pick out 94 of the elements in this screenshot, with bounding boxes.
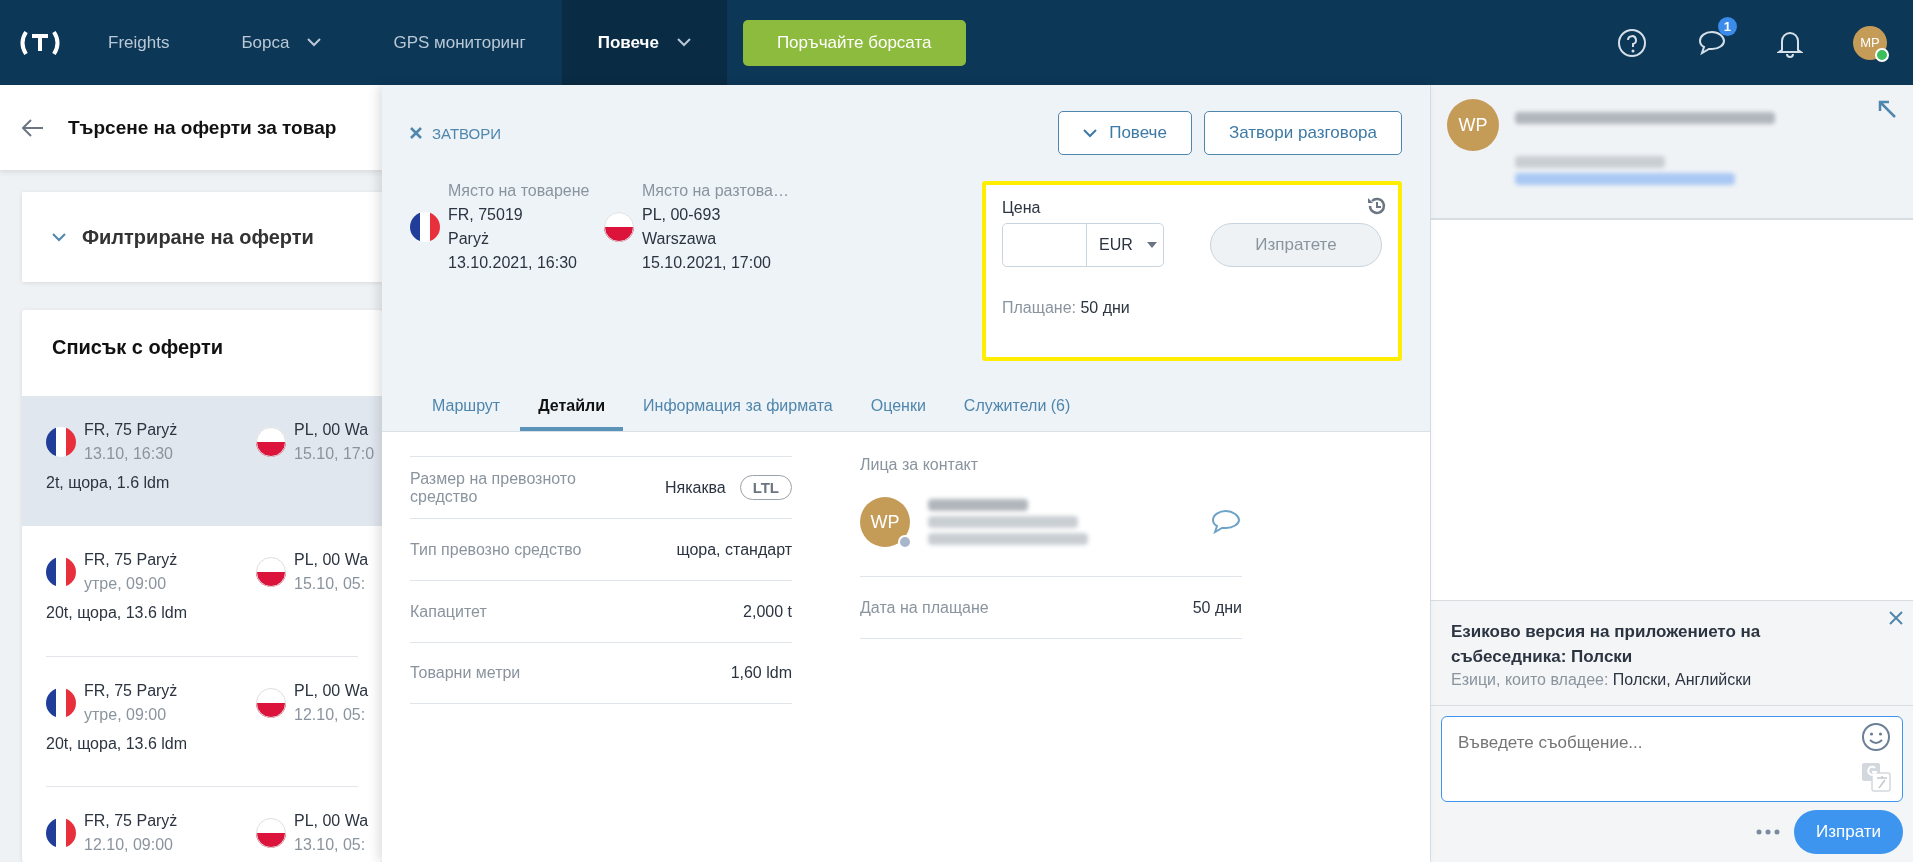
- nav-tab[interactable]: Freights: [72, 0, 206, 85]
- list-title: Списък с оферти: [51, 335, 225, 360]
- destination-text: PL, 00 Wa: [294, 420, 370, 440]
- language-notice: Езиково версия на приложението на събеседника: Полски: [1451, 621, 1762, 668]
- origin-text: FR, 75 Paryż: [84, 420, 178, 440]
- more-button[interactable]: Повече: [1058, 111, 1192, 155]
- message-field[interactable]: Въведете съобщение...: [1441, 716, 1903, 802]
- french-flag-icon: [46, 688, 76, 718]
- close-icon[interactable]: [1889, 611, 1903, 625]
- detail-value: Някаква: [664, 478, 726, 497]
- detail-value: 1,60 ldm: [730, 664, 792, 682]
- destination-text: PL, 00 Wa: [294, 681, 369, 701]
- polish-flag-icon: [256, 557, 286, 587]
- cargo-summary: 20t, щора, 13.6 ldm: [46, 604, 188, 621]
- destination-date: 15.10, 17:0: [294, 444, 375, 464]
- french-flag-icon: [410, 212, 440, 242]
- destination-text: PL, 00 Wa: [294, 811, 369, 831]
- notification-badge: 1: [1717, 16, 1737, 36]
- cargo-summary: 20t, щора, 13.6 ldm: [46, 735, 188, 752]
- place-label: Място на товарене: [448, 181, 590, 201]
- place-detail: 13.10.2021, 16:30: [448, 253, 578, 273]
- french-flag-icon: [46, 427, 76, 457]
- contact-avatar: WP: [1447, 99, 1499, 151]
- contact-avatar: WP: [860, 497, 910, 547]
- chat-bubble-icon[interactable]: [1210, 508, 1242, 536]
- nav-tab[interactable]: Повече: [561, 0, 727, 85]
- place-detail: PL, 00-693: [642, 205, 722, 225]
- origin-text: FR, 75 Paryż: [84, 811, 178, 831]
- french-flag-icon: [46, 557, 76, 587]
- polish-flag-icon: [256, 688, 286, 718]
- more-options-icon[interactable]: [1755, 829, 1780, 835]
- origin-text: FR, 75 Paryż: [84, 550, 178, 570]
- chevron-down-icon: [676, 38, 691, 47]
- origin-date: утре, 09:00: [84, 705, 168, 725]
- destination-date: 12.10, 05:: [294, 705, 367, 725]
- history-icon[interactable]: [1366, 195, 1388, 217]
- origin-date: утре, 09:00: [84, 574, 168, 594]
- detail-value: 2,000 t: [743, 602, 792, 621]
- destination-date: 15.10, 05:: [294, 574, 367, 594]
- expand-arrow-icon[interactable]: [1877, 99, 1897, 119]
- cargo-summary: 2t, щора, 1.6 ldm: [46, 474, 170, 491]
- offer-row[interactable]: FR, 75 Paryż 12.10, 09:00 PL, 00 Wa 13.10, 05:: [22, 786, 382, 862]
- payment-label: Плащане:: [1002, 299, 1076, 316]
- polish-flag-icon: [604, 212, 634, 242]
- online-status-dot: [1875, 47, 1889, 62]
- place-detail: Warszawa: [642, 229, 718, 249]
- detail-label: Размер на превозното средство: [410, 469, 577, 506]
- place-detail: 15.10.2021, 17:00: [642, 253, 772, 273]
- detail-label: Товарни метри: [410, 664, 521, 682]
- offer-row[interactable]: FR, 75 Paryż утре, 09:00 PL, 00 Wa 12.10, 05: 20t, щора, 13.6 ldm: [22, 656, 382, 786]
- offer-row[interactable]: FR, 75 Paryż утре, 09:00 PL, 00 Wa 15.10, 05: 20t, щора, 13.6 ldm: [22, 526, 382, 656]
- destination-text: PL, 00 Wa: [294, 550, 369, 570]
- origin-date: 13.10, 16:30: [84, 444, 174, 464]
- status-dot: [898, 535, 912, 549]
- detail-label: Тип превозно средство: [410, 540, 582, 559]
- back-arrow-icon[interactable]: [22, 118, 44, 137]
- detail-tab[interactable]: Служители (6): [945, 383, 1089, 431]
- place-label: Място на разтова…: [642, 181, 789, 201]
- page-title: Търсене на оферти за товар: [68, 116, 337, 139]
- contacts-title: Лица за контакт: [860, 456, 979, 473]
- detail-label: Дата на плащане: [860, 598, 989, 617]
- place-detail: Paryż: [448, 229, 490, 249]
- languages-label: Езици, които владее:: [1451, 671, 1609, 688]
- chevron-down-icon: [307, 38, 322, 47]
- detail-label: Капацитет: [410, 602, 487, 621]
- languages-value: Полски, Английски: [1612, 671, 1752, 688]
- dropdown-caret-icon: [1146, 242, 1157, 248]
- detail-value: 50 дни: [1192, 598, 1242, 617]
- nav-tab[interactable]: GPS мониторинг: [357, 0, 562, 85]
- detail-tab[interactable]: Информация за фирмата: [625, 383, 851, 431]
- close-icon: [410, 127, 422, 139]
- price-field[interactable]: EUR: [1002, 223, 1164, 267]
- detail-value: щора, стандарт: [676, 540, 792, 559]
- destination-date: 13.10, 05:: [294, 835, 367, 855]
- place-detail: FR, 75019: [448, 205, 524, 225]
- price-label: Цена: [1002, 199, 1041, 216]
- origin-text: FR, 75 Paryż: [84, 681, 178, 701]
- filter-toggle[interactable]: Филтриране на оферти: [22, 192, 382, 282]
- logo-icon[interactable]: [18, 28, 62, 57]
- polish-flag-icon: [256, 818, 286, 848]
- chevron-down-icon: [52, 232, 66, 242]
- emoji-icon[interactable]: [1861, 722, 1891, 752]
- detail-tab[interactable]: Маршрут: [414, 383, 519, 431]
- payment-value: 50 дни: [1080, 299, 1130, 316]
- offer-row[interactable]: FR, 75 Paryż 13.10, 16:30 PL, 00 Wa 15.10, 17:0 2t, щора, 1.6 ldm: [22, 396, 382, 526]
- french-flag-icon: [46, 818, 76, 848]
- chevron-down-icon: [1083, 128, 1098, 138]
- close-link[interactable]: ЗАТВОРИ: [410, 124, 502, 142]
- close-conversation-button[interactable]: Затвори разговора: [1203, 111, 1402, 155]
- origin-date: 12.10, 09:00: [84, 835, 174, 855]
- nav-tab[interactable]: Борса: [205, 0, 358, 85]
- detail-tab[interactable]: Оценки: [852, 383, 944, 431]
- polish-flag-icon: [256, 427, 286, 457]
- help-icon[interactable]: [1617, 27, 1647, 58]
